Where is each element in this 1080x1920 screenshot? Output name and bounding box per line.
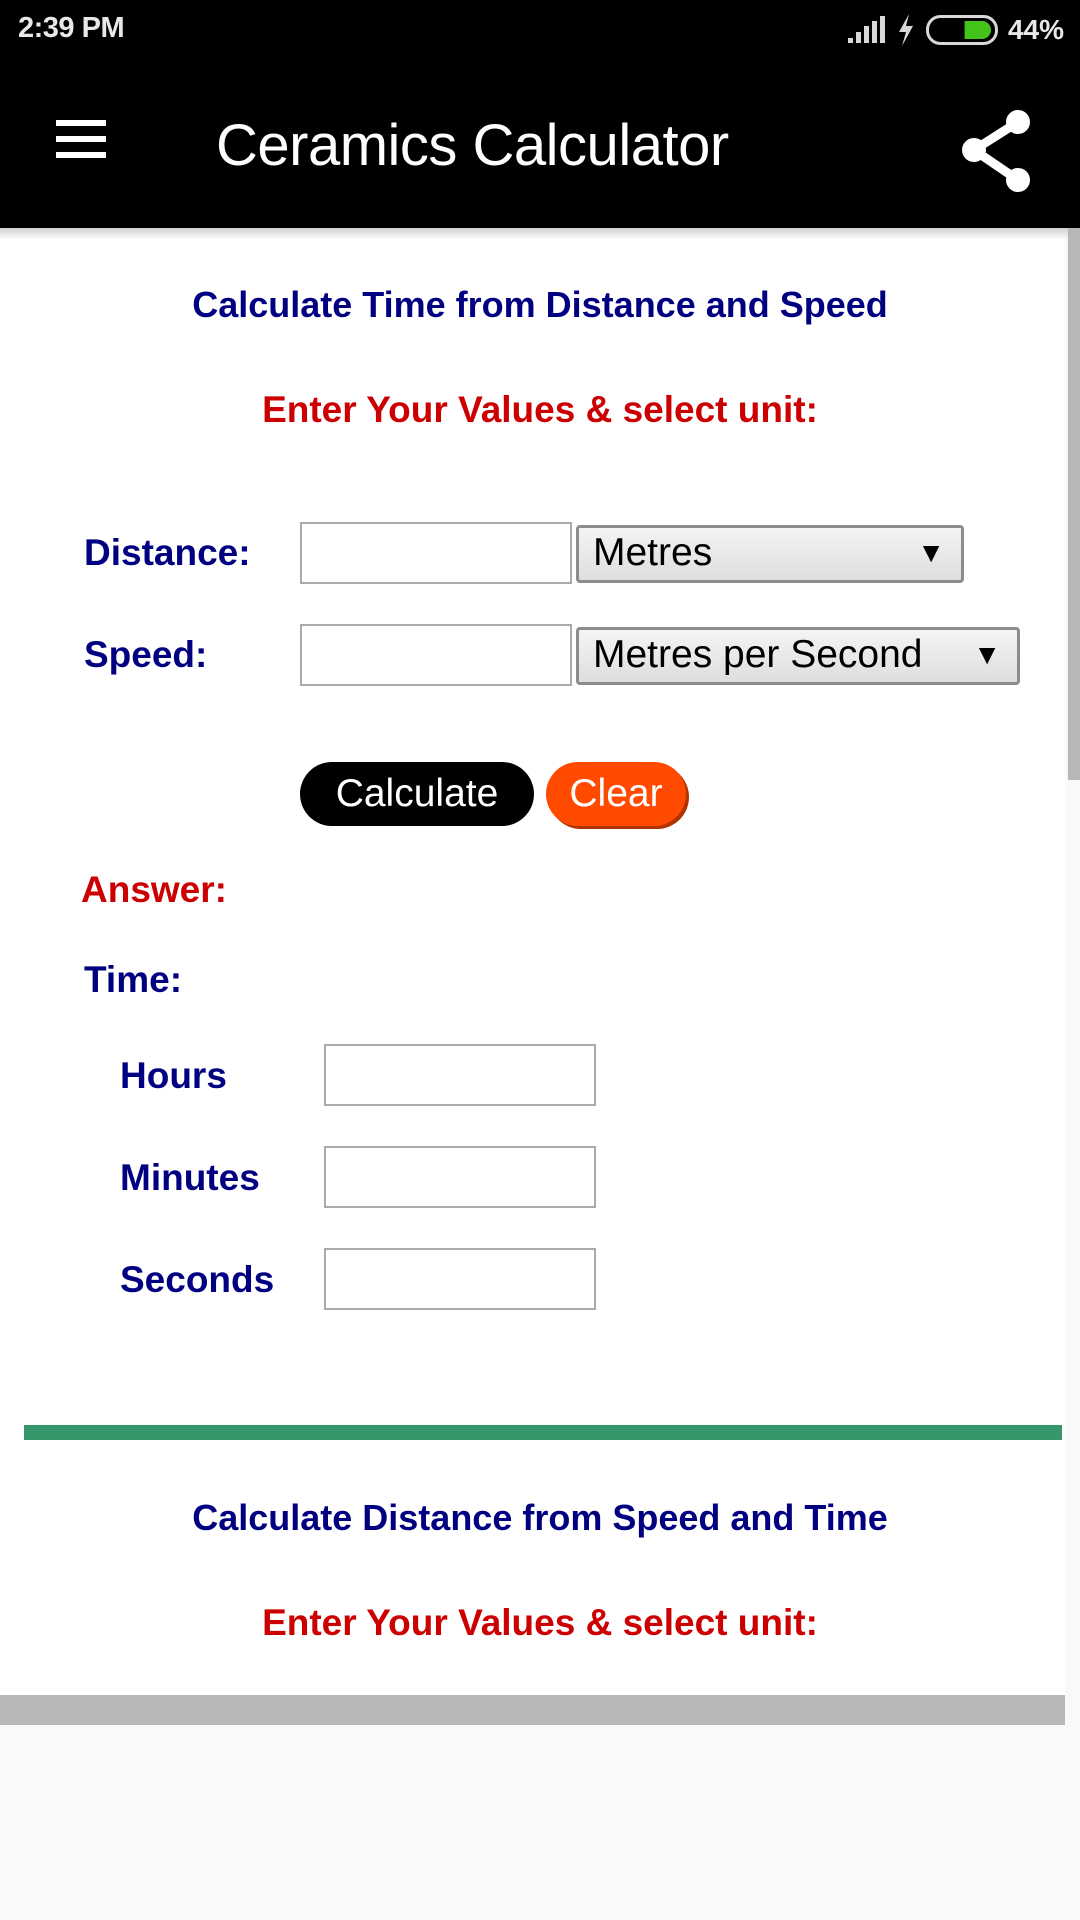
- battery-icon: [925, 15, 998, 45]
- distance-label: Distance:: [84, 532, 251, 573]
- dropdown-arrow-icon: ▼: [917, 537, 945, 568]
- status-time: 2:39 PM: [18, 12, 125, 44]
- speed-unit-value: Metres per Second: [593, 633, 923, 676]
- share-icon[interactable]: [950, 98, 1040, 198]
- section-divider: [24, 1425, 1062, 1440]
- bottom-grey-band: [0, 1695, 1065, 1725]
- section-distance-title: Calculate Distance from Speed and Time: [192, 1497, 888, 1538]
- speed-unit-select[interactable]: Metres per Second ▼: [576, 627, 1020, 685]
- seconds-output[interactable]: [324, 1248, 596, 1310]
- distance-unit-select[interactable]: Metres ▼: [576, 525, 964, 583]
- minutes-label: Minutes: [120, 1157, 260, 1198]
- hamburger-menu-icon[interactable]: [50, 120, 114, 168]
- battery-percent: 44%: [1007, 14, 1064, 45]
- answer-label: Answer:: [81, 869, 227, 910]
- calculate-button[interactable]: Calculate: [300, 762, 534, 826]
- clear-button[interactable]: Clear: [546, 762, 686, 826]
- minutes-output[interactable]: [324, 1146, 596, 1208]
- section-time-title: Calculate Time from Distance and Speed: [192, 284, 888, 325]
- seconds-label: Seconds: [120, 1259, 275, 1300]
- distance-unit-value: Metres: [593, 531, 713, 574]
- app-bar-shadow: [0, 228, 1080, 240]
- hours-label: Hours: [120, 1055, 227, 1096]
- distance-input[interactable]: [300, 522, 572, 584]
- section-time-subtitle: Enter Your Values & select unit:: [262, 389, 818, 430]
- time-label: Time:: [84, 959, 183, 1000]
- status-icons: 44%: [846, 12, 1064, 48]
- hours-output[interactable]: [324, 1044, 596, 1106]
- status-bar: 2:39 PM 44%: [0, 0, 1080, 60]
- charging-bolt-icon: [898, 14, 913, 46]
- app-title: Ceramics Calculator: [216, 113, 729, 178]
- app-bar: Ceramics Calculator: [0, 60, 1080, 228]
- speed-label: Speed:: [84, 634, 208, 675]
- signal-icon: [847, 16, 885, 43]
- dropdown-arrow-icon: ▼: [973, 639, 1001, 670]
- section-distance-subtitle: Enter Your Values & select unit:: [262, 1602, 818, 1643]
- speed-input[interactable]: [300, 624, 572, 686]
